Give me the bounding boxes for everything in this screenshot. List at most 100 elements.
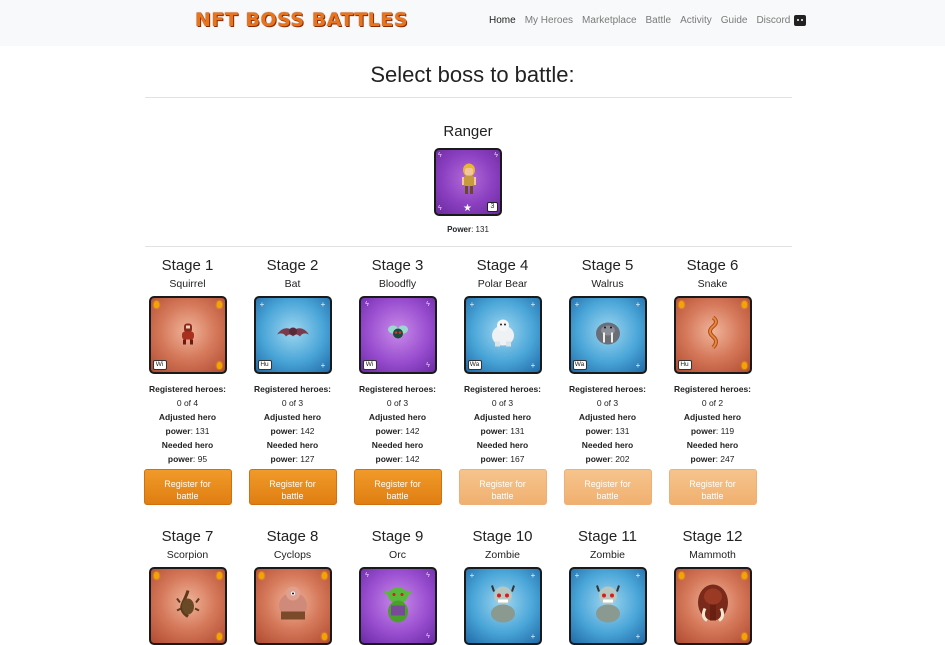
stage-title: Stage 10 bbox=[472, 528, 533, 545]
discord-icon[interactable] bbox=[794, 15, 807, 26]
boss-card[interactable]: ϟ ϟ ϟ Wi bbox=[358, 296, 437, 374]
stage-card: Stage 11 Zombie + + + bbox=[555, 528, 660, 645]
nav-marketplace[interactable]: Marketplace bbox=[582, 15, 636, 26]
stage-stats: Registered heroes: 0 of 4 Adjusted hero … bbox=[135, 382, 240, 466]
register-button[interactable]: Register for battle bbox=[248, 469, 337, 505]
fire-icon bbox=[741, 362, 747, 369]
stage-stats: Registered heroes: 0 of 3 Adjusted hero … bbox=[555, 382, 660, 466]
water-icon: + bbox=[320, 300, 326, 309]
water-icon: + bbox=[574, 571, 580, 580]
page-title: Select boss to battle: bbox=[370, 62, 575, 87]
water-icon: + bbox=[469, 300, 475, 309]
needed-value: : 142 bbox=[400, 454, 420, 464]
boss-card[interactable] bbox=[148, 567, 227, 645]
stage-stats: Registered heroes: 0 of 3 Adjusted hero … bbox=[450, 382, 555, 466]
stage-card: Stage 5 Walrus + + + Wa Registered heroes:… bbox=[555, 257, 660, 505]
water-icon: + bbox=[530, 571, 536, 580]
register-button[interactable]: Register for battle bbox=[668, 469, 757, 505]
boss-card[interactable]: + + + Hu bbox=[253, 296, 332, 374]
boss-card[interactable]: Wi bbox=[148, 296, 227, 374]
boss-card[interactable]: ϟ ϟ ϟ bbox=[358, 567, 437, 645]
registered-value: 0 of 2 bbox=[701, 398, 724, 408]
registered-label: Registered heroes: bbox=[464, 384, 541, 394]
register-button[interactable]: Register for battle bbox=[458, 469, 547, 505]
needed-value: : 127 bbox=[295, 454, 315, 464]
snake-icon bbox=[705, 315, 721, 355]
stage-title: Stage 2 bbox=[266, 257, 319, 274]
polar-bear-icon bbox=[488, 318, 518, 353]
adjusted-value: : 131 bbox=[190, 426, 210, 436]
needed-value: : 247 bbox=[715, 454, 735, 464]
needed-value: : 202 bbox=[610, 454, 630, 464]
nav-home[interactable]: Home bbox=[489, 15, 516, 26]
hero-card[interactable]: ϟ ϟ ϟ ★ 3 bbox=[434, 148, 502, 216]
adjusted-value: : 142 bbox=[400, 426, 420, 436]
lightning-icon: ϟ bbox=[426, 301, 430, 308]
registered-label: Registered heroes: bbox=[149, 384, 226, 394]
needed-label: Needed hero bbox=[686, 440, 739, 450]
adjusted-value: : 131 bbox=[610, 426, 630, 436]
nav-battle[interactable]: Battle bbox=[646, 15, 672, 26]
mammoth-icon bbox=[693, 581, 733, 632]
fire-icon bbox=[741, 633, 747, 640]
water-icon: + bbox=[320, 361, 326, 370]
stage-title: Stage 12 bbox=[682, 528, 743, 545]
register-button[interactable]: Register for battle bbox=[563, 469, 652, 505]
stage-card: Stage 7 Scorpion bbox=[135, 528, 240, 645]
water-icon: + bbox=[259, 300, 265, 309]
ranger-icon bbox=[462, 163, 476, 194]
boss-name: Bloodfly bbox=[378, 278, 417, 290]
boss-card[interactable]: + + + bbox=[568, 567, 647, 645]
boss-name: Walrus bbox=[591, 278, 624, 290]
boss-card[interactable]: + + + bbox=[463, 567, 542, 645]
boss-type-badge: Hu bbox=[257, 360, 272, 370]
boss-card[interactable]: + + + Wa bbox=[463, 296, 542, 374]
stage-card: Stage 1 Squirrel Wi Registered heroes: 0… bbox=[135, 257, 240, 505]
adjusted-label: Adjusted hero bbox=[368, 412, 427, 422]
cyclops-icon bbox=[273, 584, 313, 629]
nav-links: Home My Heroes Marketplace Battle Activi… bbox=[489, 15, 807, 26]
fire-icon bbox=[153, 301, 159, 308]
divider bbox=[145, 97, 792, 98]
fire-icon bbox=[321, 633, 327, 640]
nav-discord[interactable]: Discord bbox=[756, 15, 790, 26]
fire-icon bbox=[741, 572, 747, 579]
register-button[interactable]: Register for battle bbox=[143, 469, 232, 505]
boss-card[interactable] bbox=[673, 567, 752, 645]
scorpion-icon bbox=[175, 589, 201, 624]
boss-name: Squirrel bbox=[169, 278, 206, 290]
boss-type-badge: Wa bbox=[467, 360, 482, 370]
boss-name: Scorpion bbox=[166, 549, 209, 561]
fire-icon bbox=[321, 572, 327, 579]
boss-card[interactable] bbox=[253, 567, 332, 645]
hero-level-badge: 3 bbox=[487, 202, 498, 212]
boss-name: Bat bbox=[284, 278, 301, 290]
stage-card: Stage 4 Polar Bear + + + Wa Registered her… bbox=[450, 257, 555, 505]
water-icon: + bbox=[530, 300, 536, 309]
fire-icon bbox=[216, 362, 222, 369]
stage-stats: Registered heroes: 0 of 2 Adjusted hero … bbox=[660, 382, 765, 466]
adjusted-label: Adjusted hero bbox=[158, 412, 217, 422]
boss-name: Orc bbox=[389, 549, 406, 561]
boss-card[interactable]: + + + Wa bbox=[568, 296, 647, 374]
needed-value: : 167 bbox=[505, 454, 525, 464]
stage-stats: Registered heroes: 0 of 3 Adjusted hero … bbox=[345, 382, 450, 466]
stage-card: Stage 8 Cyclops bbox=[240, 528, 345, 645]
fire-icon bbox=[258, 572, 264, 579]
nav-my-heroes[interactable]: My Heroes bbox=[525, 15, 573, 26]
nav-guide[interactable]: Guide bbox=[721, 15, 748, 26]
divider bbox=[145, 246, 792, 247]
boss-type-badge: Hu bbox=[677, 360, 692, 370]
navbar: NFT BOSS BATTLES Home My Heroes Marketpl… bbox=[0, 0, 945, 46]
nav-activity[interactable]: Activity bbox=[680, 15, 712, 26]
boss-card[interactable]: Hu bbox=[673, 296, 752, 374]
star-icon: ★ bbox=[463, 203, 472, 214]
stage-card: Stage 6 Snake Hu Registered heroes: 0 of… bbox=[660, 257, 765, 505]
hero-power: Power: 131 bbox=[447, 225, 489, 234]
bat-icon bbox=[276, 323, 310, 348]
register-button[interactable]: Register for battle bbox=[353, 469, 442, 505]
brand-logo[interactable]: NFT BOSS BATTLES bbox=[195, 9, 408, 31]
stage-title: Stage 5 bbox=[581, 257, 634, 274]
adjusted-value: : 119 bbox=[715, 426, 735, 436]
squirrel-icon bbox=[179, 320, 197, 351]
